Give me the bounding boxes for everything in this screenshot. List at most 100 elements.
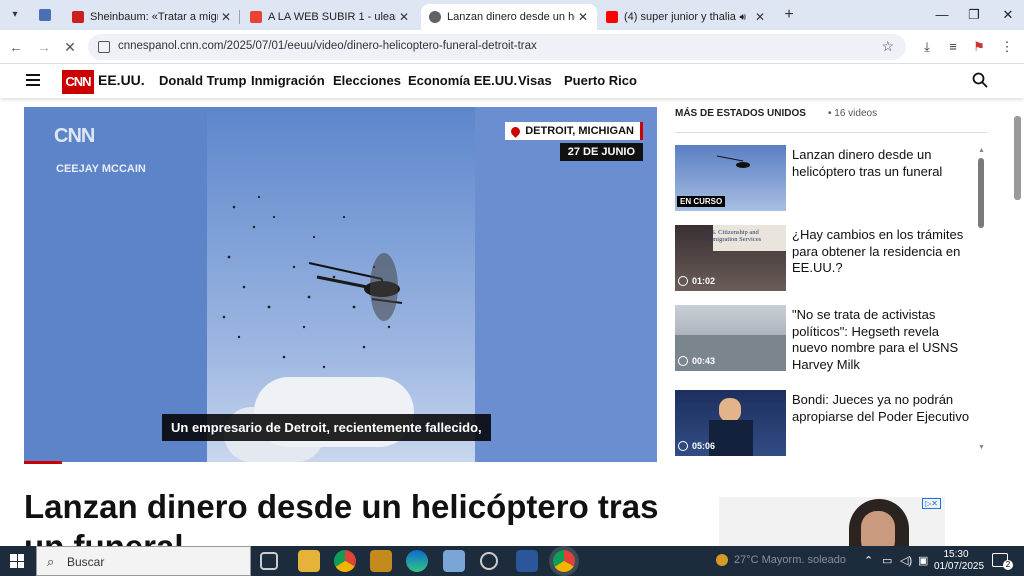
speaker-icon[interactable]: 🔊︎ bbox=[740, 12, 746, 23]
minimize-icon[interactable]: — bbox=[932, 6, 952, 24]
cnn-watermark: CNN bbox=[54, 125, 95, 147]
edge-icon[interactable] bbox=[406, 550, 428, 572]
video-thumbnail[interactable]: U.S. Citizenship and Immigration Service… bbox=[675, 225, 786, 291]
windows-taskbar: ⌕ Buscar 27°C Mayorm. soleado ⌃ ▭ ◁) ▣ 1… bbox=[0, 546, 1024, 576]
media-control-icon[interactable]: ≡ bbox=[944, 38, 962, 56]
hamburger-menu-icon[interactable] bbox=[26, 74, 40, 86]
pinned-tab[interactable] bbox=[34, 6, 54, 24]
nav-link-puerto-rico[interactable]: Puerto Rico bbox=[564, 73, 637, 88]
now-playing-badge: EN CURSO bbox=[677, 196, 726, 207]
date-tag: 27 DE JUNIO bbox=[559, 143, 643, 161]
nav-link-visas[interactable]: Visas bbox=[518, 73, 552, 88]
play-icon bbox=[678, 441, 688, 451]
site-header: CNN EE.UU. Donald Trump Inmigración Elec… bbox=[0, 64, 1024, 98]
video-thumbnail[interactable]: 00:43 bbox=[675, 305, 786, 371]
video-progress-bar[interactable] bbox=[24, 461, 62, 464]
download-icon[interactable]: ⤓ bbox=[918, 38, 936, 56]
window-close-icon[interactable]: ✕ bbox=[998, 6, 1018, 24]
tab-title: (4) super junior y thalia - Yo bbox=[624, 11, 740, 23]
windows-start-icon[interactable] bbox=[10, 554, 24, 568]
sidebar-video-count: • 16 videos bbox=[828, 108, 878, 119]
nav-link-donald-trump[interactable]: Donald Trump bbox=[159, 73, 246, 88]
falling-money-particles bbox=[222, 195, 398, 369]
sidebar-video-title[interactable]: Lanzan dinero desde un helicóptero tras … bbox=[792, 147, 977, 180]
tab-sheinbaum[interactable]: Sheinbaum: «Tratar a migrantes ✕ bbox=[64, 4, 240, 30]
back-icon[interactable]: ← bbox=[8, 39, 24, 55]
tab-separator bbox=[239, 10, 240, 24]
restore-icon[interactable]: ❐ bbox=[964, 6, 984, 24]
nav-link-elecciones[interactable]: Elecciones bbox=[333, 73, 401, 88]
sidebar-video-item[interactable]: 05:06 Bondi: Jueces ya no podrán apropia… bbox=[675, 390, 985, 460]
close-icon[interactable]: ✕ bbox=[575, 10, 591, 24]
new-tab-button[interactable]: + bbox=[780, 6, 798, 24]
weather-widget[interactable]: 27°C Mayorm. soleado bbox=[716, 554, 846, 567]
device-icon[interactable]: ▭ bbox=[882, 554, 892, 567]
address-bar[interactable]: cnnespanol.cnn.com/2025/07/01/eeuu/video… bbox=[88, 34, 906, 60]
forward-icon[interactable]: → bbox=[36, 39, 52, 55]
search-icon[interactable] bbox=[972, 72, 988, 88]
sidebar-video-item[interactable]: 00:43 "No se trata de activistas polític… bbox=[675, 305, 985, 375]
clock-date: 01/07/2025 bbox=[934, 561, 985, 572]
sun-icon bbox=[716, 554, 728, 567]
edition-label[interactable]: EE.UU. bbox=[98, 72, 145, 88]
close-icon[interactable]: ✕ bbox=[396, 10, 412, 24]
app-icon[interactable] bbox=[480, 552, 498, 570]
app-icon[interactable] bbox=[370, 550, 392, 572]
speaker-face bbox=[719, 398, 741, 422]
play-icon bbox=[678, 356, 688, 366]
close-icon[interactable]: ✕ bbox=[752, 10, 768, 24]
tab-search-button[interactable]: ▾ bbox=[6, 6, 24, 24]
taskbar-search-placeholder: Buscar bbox=[67, 555, 105, 569]
play-icon bbox=[678, 276, 688, 286]
nav-link-inmigracion[interactable]: Inmigración bbox=[251, 73, 325, 88]
adchoices-icon[interactable]: ▷✕ bbox=[922, 498, 941, 509]
bookmark-star-icon[interactable]: ☆ bbox=[881, 38, 894, 55]
sidebar-video-item[interactable]: EN CURSO Lanzan dinero desde un helicópt… bbox=[675, 145, 985, 215]
sidebar-video-item[interactable]: U.S. Citizenship and Immigration Service… bbox=[675, 225, 985, 295]
extension-icon[interactable]: ⚑ bbox=[970, 38, 988, 56]
app-icon bbox=[39, 9, 51, 21]
clock-time: 15:30 bbox=[943, 549, 969, 560]
file-explorer-icon[interactable] bbox=[298, 550, 320, 572]
menu-kebab-icon[interactable]: ⋮ bbox=[998, 38, 1016, 56]
network-icon[interactable]: ▣ bbox=[918, 554, 928, 567]
tab-cnn-active[interactable]: Lanzan dinero desde un helicóp ✕ bbox=[421, 4, 597, 30]
sidebar-video-title[interactable]: ¿Hay cambios en los trámites para obtene… bbox=[792, 227, 977, 277]
app-icon[interactable] bbox=[443, 550, 465, 572]
video-duration: 01:02 bbox=[678, 276, 715, 286]
video-player[interactable]: CNN CEEJAY MCCAIN DETROIT, MICHIGAN 27 D… bbox=[24, 107, 657, 462]
sidebar-video-title[interactable]: "No se trata de activistas políticos": H… bbox=[792, 307, 977, 373]
site-info-icon[interactable] bbox=[98, 41, 110, 53]
browser-tab-bar: ▾ Sheinbaum: «Tratar a migrantes ✕ A LA … bbox=[0, 0, 1024, 30]
nav-link-economia[interactable]: Economía EE.UU. bbox=[408, 73, 517, 88]
duration-text: 01:02 bbox=[692, 276, 716, 286]
scroll-down-icon[interactable]: ▼ bbox=[978, 444, 985, 451]
url-text[interactable]: cnnespanol.cnn.com/2025/07/01/eeuu/video… bbox=[118, 40, 537, 52]
word-icon[interactable] bbox=[516, 550, 538, 572]
chrome-active-icon[interactable] bbox=[553, 550, 575, 572]
taskbar-clock[interactable]: 15:30 01/07/2025 bbox=[934, 549, 985, 573]
globe-icon bbox=[429, 11, 441, 23]
tab-youtube[interactable]: (4) super junior y thalia - Yo 🔊︎ ✕ bbox=[598, 4, 774, 30]
sidebar-video-title[interactable]: Bondi: Jueces ya no podrán apropiarse de… bbox=[792, 392, 977, 425]
task-view-icon[interactable] bbox=[260, 552, 278, 570]
video-thumbnail[interactable]: 05:06 bbox=[675, 390, 786, 456]
search-icon: ⌕ bbox=[47, 554, 55, 569]
scroll-up-icon[interactable]: ▲ bbox=[978, 147, 985, 154]
stop-loading-icon[interactable]: ✕ bbox=[62, 39, 78, 55]
cnn-logo[interactable]: CNN bbox=[62, 70, 94, 94]
volume-icon[interactable]: ◁) bbox=[900, 554, 912, 567]
chrome-icon[interactable] bbox=[334, 550, 356, 572]
speaker-suit bbox=[709, 420, 753, 456]
video-subtitle: Un empresario de Detroit, recientemente … bbox=[162, 414, 491, 441]
close-icon[interactable]: ✕ bbox=[218, 10, 234, 24]
news-favicon-icon bbox=[72, 11, 84, 23]
sidebar-scrollbar[interactable] bbox=[978, 158, 984, 228]
tab-gmail[interactable]: A LA WEB SUBIR 1 - uleamradio ✕ bbox=[242, 4, 418, 30]
chevron-up-icon[interactable]: ⌃ bbox=[864, 554, 873, 567]
taskbar-search[interactable]: ⌕ Buscar bbox=[36, 546, 251, 576]
page-scrollbar[interactable] bbox=[1014, 116, 1021, 200]
location-pin-icon bbox=[509, 124, 523, 138]
notification-count: 2 bbox=[1003, 560, 1013, 570]
video-thumbnail[interactable]: EN CURSO bbox=[675, 145, 786, 211]
